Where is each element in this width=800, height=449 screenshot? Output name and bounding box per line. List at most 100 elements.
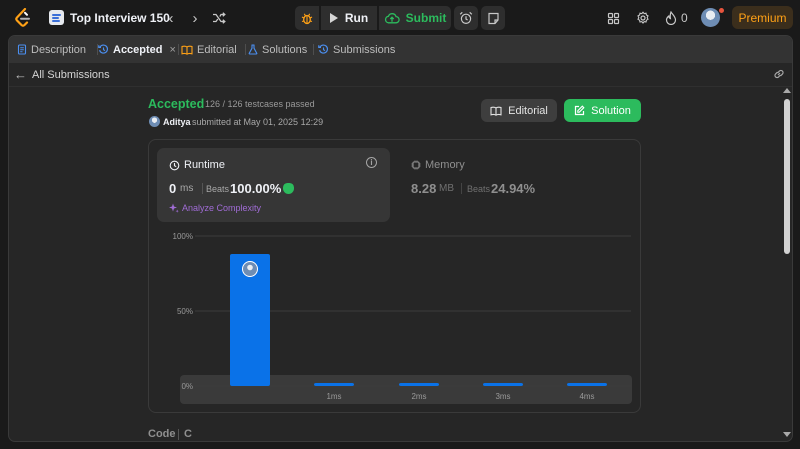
runtime-beats-percent: 100.00% (230, 181, 282, 196)
user-avatar[interactable] (701, 8, 720, 27)
chevron-right-icon: › (192, 9, 198, 27)
bug-icon (301, 13, 313, 24)
avatar-face (247, 264, 253, 271)
info-icon[interactable]: i (366, 157, 377, 168)
analyze-complexity-link[interactable]: Analyze Complexity (169, 203, 261, 213)
scroll-down-icon[interactable] (783, 432, 791, 437)
tab-description[interactable]: Description (17, 36, 86, 63)
tab-label: Accepted (113, 43, 163, 56)
runtime-label: Runtime (184, 159, 225, 171)
memory-value: 8.28 (411, 181, 437, 196)
leetcode-logo-icon[interactable] (14, 7, 32, 28)
run-label: Run (344, 11, 369, 25)
x-tick-label: 4ms (579, 392, 594, 401)
flask-icon (248, 44, 258, 55)
sparkle-icon (169, 203, 179, 213)
alarm-clock-icon (459, 11, 473, 25)
runtime-beats-label: Beats (206, 184, 230, 194)
submission-panel: Description Accepted × Editorial Solutio… (8, 35, 793, 442)
top-navbar: Top Interview 150 ‹ › Run Submit 0 Premi… (0, 0, 800, 35)
chart-bar (567, 383, 607, 386)
next-problem-button[interactable]: › (186, 9, 204, 27)
arrow-left-icon[interactable]: ← (14, 67, 27, 82)
solution-button-label: Solution (591, 104, 631, 117)
analyze-complexity-label: Analyze Complexity (182, 203, 262, 213)
clock-icon (169, 160, 180, 170)
random-problem-button[interactable] (210, 9, 228, 27)
notes-button[interactable] (481, 6, 505, 30)
y-tick-label: 0% (181, 382, 193, 391)
cloud-upload-icon (384, 13, 400, 24)
note-icon (487, 12, 499, 24)
streak-count: 0 (681, 11, 688, 25)
run-submit-group: Run Submit (295, 6, 451, 30)
gear-icon (637, 11, 649, 24)
tab-accepted[interactable]: Accepted × (98, 36, 176, 63)
submit-label: Submit (405, 11, 447, 25)
solution-button[interactable]: Solution (564, 99, 641, 122)
code-language: C (184, 428, 192, 440)
link-icon[interactable] (772, 67, 786, 81)
problem-list-title[interactable]: Top Interview 150 (70, 11, 170, 25)
runtime-unit: ms (180, 183, 194, 194)
runtime-label-row: Runtime (169, 159, 225, 171)
tab-editorial[interactable]: Editorial (181, 36, 237, 63)
tab-solutions[interactable]: Solutions (248, 36, 307, 63)
shuffle-icon (213, 12, 226, 24)
memory-label-row[interactable]: Memory (411, 159, 465, 171)
play-icon (329, 13, 338, 23)
all-submissions-link[interactable]: All Submissions (32, 69, 110, 81)
x-tick-label: 1ms (326, 392, 341, 401)
history-icon (318, 44, 328, 54)
runtime-distribution-chart: 100%50%0%1ms2ms3ms4ms1ms2ms3ms4ms (173, 232, 631, 401)
history-icon (98, 44, 108, 54)
settings-button[interactable] (634, 9, 652, 27)
streak-fire-icon[interactable] (662, 9, 680, 27)
code-section-label: Code (148, 428, 176, 440)
edit-icon (575, 105, 585, 116)
scroll-up-icon[interactable] (783, 88, 791, 93)
grid-layout-icon (607, 12, 619, 24)
divider (202, 183, 203, 194)
close-tab-icon[interactable]: × (170, 44, 176, 56)
memory-label: Memory (425, 159, 465, 171)
y-tick-label: 100% (173, 232, 193, 241)
memory-unit: MB (439, 183, 454, 194)
editorial-button[interactable]: Editorial (481, 99, 557, 122)
tab-divider (245, 44, 246, 55)
submitted-at: submitted at May 01, 2025 12:29 (192, 117, 324, 127)
chart-bar (399, 383, 439, 386)
tab-submissions[interactable]: Submissions (318, 36, 395, 63)
x-tick-label: 3ms (495, 392, 510, 401)
notification-dot (719, 8, 724, 13)
chart-bar (314, 383, 354, 386)
premium-button[interactable]: Premium (732, 6, 793, 29)
divider (461, 183, 462, 194)
submitter-name[interactable]: Aditya (163, 117, 191, 127)
submission-status: Accepted (148, 97, 205, 111)
chevron-left-icon: ‹ (168, 9, 174, 27)
run-button[interactable]: Run (321, 6, 377, 30)
problem-list-icon[interactable] (49, 10, 64, 25)
debug-button[interactable] (295, 6, 319, 30)
tab-divider (178, 44, 179, 55)
timer-button[interactable] (454, 6, 478, 30)
memory-chip-icon (411, 160, 421, 170)
layout-button[interactable] (604, 9, 622, 27)
prev-problem-button[interactable]: ‹ (162, 9, 180, 27)
submit-button[interactable]: Submit (379, 6, 451, 30)
book-open-icon (181, 45, 193, 55)
tab-label: Submissions (333, 43, 396, 56)
memory-beats-percent: 24.94% (491, 181, 536, 196)
editorial-button-label: Editorial (508, 104, 548, 117)
tab-label: Editorial (197, 43, 237, 56)
submitter-avatar (149, 116, 160, 127)
chart-bar (483, 383, 523, 386)
scrollbar-thumb[interactable] (784, 99, 790, 254)
runtime-card[interactable]: Runtime i 0 ms Beats 100.00% Analyze Com… (157, 148, 390, 222)
testcases-passed: 126 / 126 testcases passed (205, 99, 315, 109)
panel-tabs: Description Accepted × Editorial Solutio… (9, 36, 792, 63)
memory-beats-label: Beats (467, 184, 491, 194)
y-tick-label: 50% (177, 307, 193, 316)
tab-label: Solutions (262, 43, 308, 56)
